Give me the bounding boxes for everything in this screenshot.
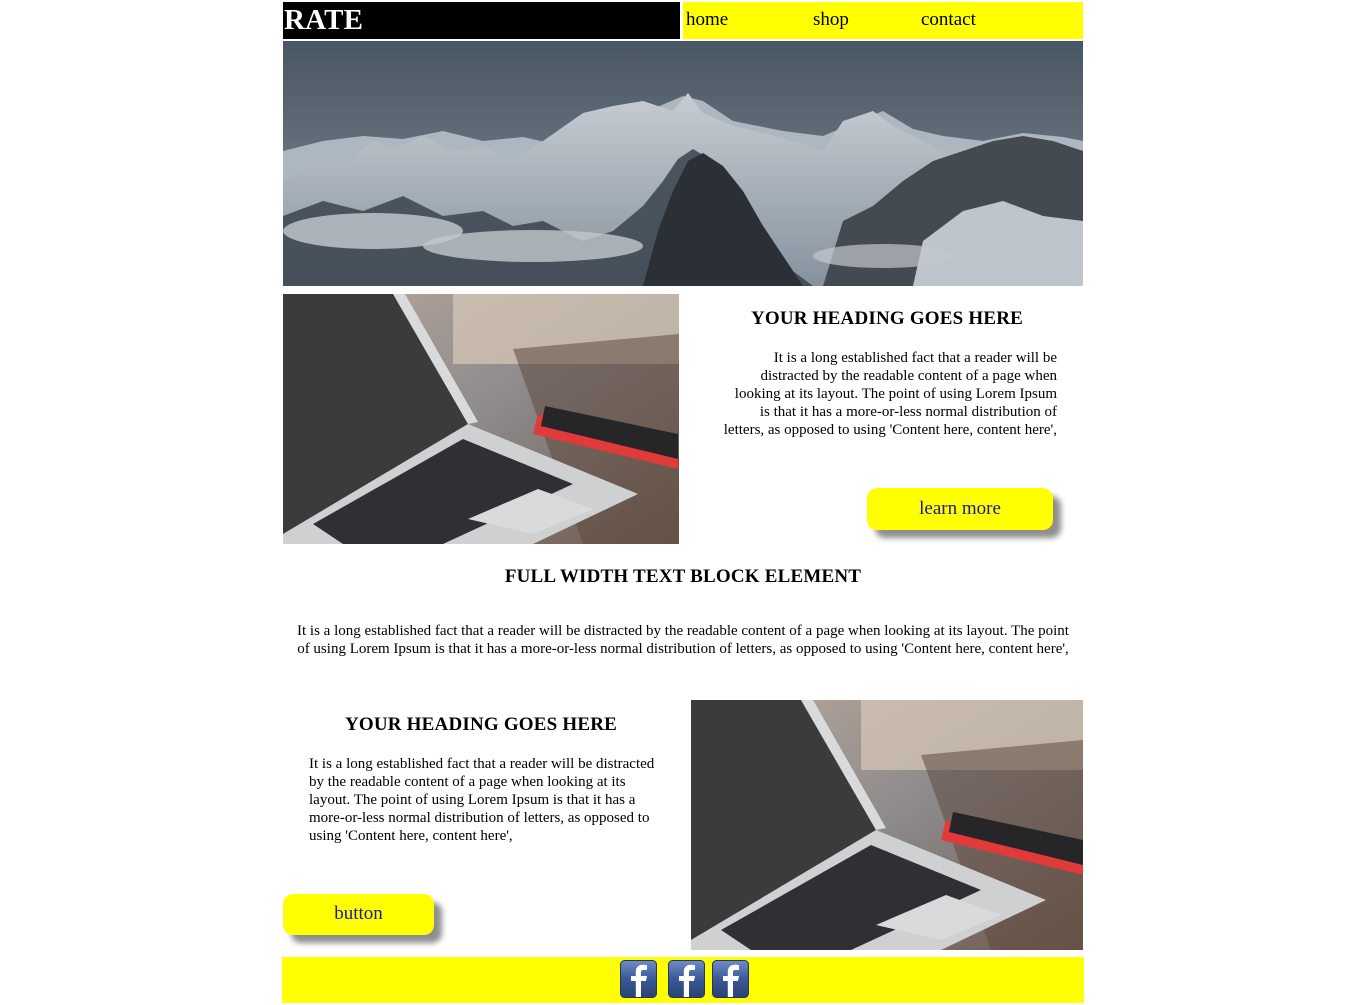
laptop-photo bbox=[283, 294, 679, 544]
brand-logo[interactable]: RATE bbox=[283, 2, 680, 39]
site-header: RATE home shop contact bbox=[283, 2, 1083, 39]
action-button[interactable]: button bbox=[283, 894, 434, 935]
full-width-text: It is a long established fact that a rea… bbox=[297, 623, 1069, 657]
main-nav: home shop contact bbox=[683, 2, 1083, 39]
section1-text: It is a long established fact that a rea… bbox=[723, 350, 1057, 438]
laptop-photo bbox=[691, 700, 1083, 950]
nav-link-shop[interactable]: shop bbox=[813, 2, 849, 38]
nav-link-contact[interactable]: contact bbox=[921, 2, 976, 38]
section1-heading: YOUR HEADING GOES HERE bbox=[750, 308, 1024, 329]
facebook-icon[interactable] bbox=[712, 960, 749, 998]
full-width-heading: FULL WIDTH TEXT BLOCK ELEMENT bbox=[504, 566, 862, 587]
facebook-icon[interactable] bbox=[620, 960, 657, 998]
site-footer bbox=[282, 957, 1084, 1003]
learn-more-button[interactable]: learn more bbox=[867, 488, 1053, 530]
nav-link-home[interactable]: home bbox=[686, 2, 728, 38]
hero-mountain-image bbox=[283, 41, 1083, 286]
facebook-icon[interactable] bbox=[668, 960, 705, 998]
section2-text: It is a long established fact that a rea… bbox=[309, 756, 655, 844]
section2-heading: YOUR HEADING GOES HERE bbox=[344, 714, 618, 735]
